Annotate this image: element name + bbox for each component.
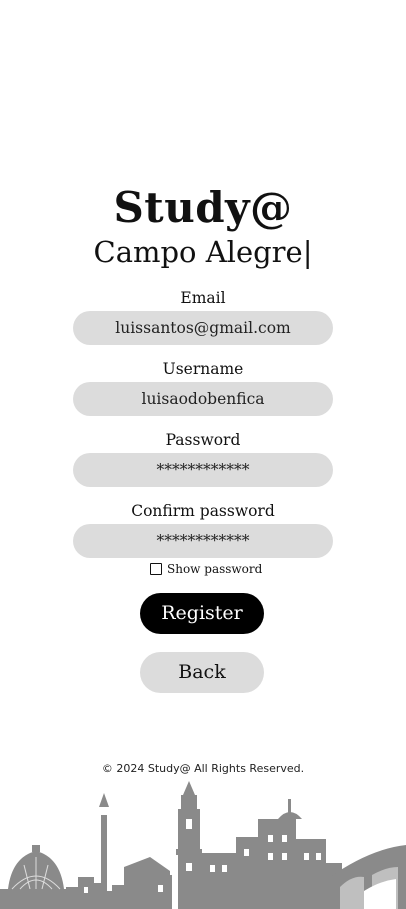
password-label: Password [165,431,241,449]
show-password-label: Show password [167,562,263,576]
city-skyline-illustration [0,781,406,909]
show-password-checkbox[interactable] [150,563,162,575]
show-password-toggle[interactable]: Show password [150,561,262,577]
confirm-password-field[interactable] [73,524,333,558]
register-button[interactable]: Register [140,593,264,634]
password-field[interactable] [73,453,333,487]
email-label: Email [180,289,226,307]
username-label: Username [162,360,244,378]
confirm-password-label: Confirm password [131,502,275,520]
email-field[interactable] [73,311,333,345]
back-button[interactable]: Back [140,652,264,693]
footer-copyright: © 2024 Study@ All Rights Reserved. [101,762,305,775]
username-field[interactable] [73,382,333,416]
register-screen: Study@ Campo Alegre| Email Username Pass… [0,0,406,909]
app-title: Study@ [113,183,293,232]
app-subtitle: Campo Alegre| [93,235,313,269]
